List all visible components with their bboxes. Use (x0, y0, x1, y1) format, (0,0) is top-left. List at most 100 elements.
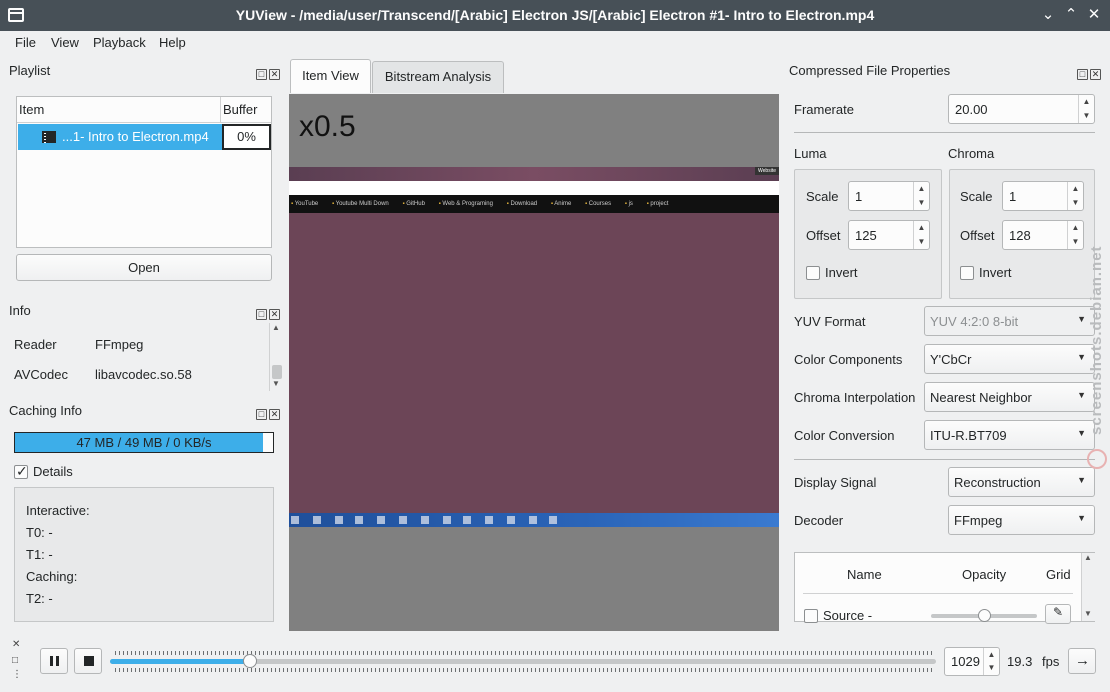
debian-logo-icon (1087, 449, 1107, 469)
bookmark: GitHub (402, 201, 424, 207)
frame-address-bar (289, 181, 779, 195)
chroma-invert-label: Invert (979, 265, 1012, 280)
playback-dock-buttons: ✕ □ ⋮ (12, 640, 22, 680)
chroma-invert-checkbox[interactable] (960, 266, 974, 280)
bookmark: js (625, 201, 633, 207)
info-label-reader: Reader (14, 337, 57, 352)
frame-slider[interactable] (110, 654, 936, 668)
chroma-interpolation-select[interactable]: Nearest Neighbor ▼ (924, 382, 1095, 412)
display-signal-select[interactable]: Reconstruction ▼ (948, 467, 1095, 497)
decoder-select[interactable]: FFmpeg ▼ (948, 505, 1095, 535)
repeat-mode-button[interactable]: → (1068, 648, 1096, 674)
arrow-right-icon: → (1075, 652, 1090, 669)
bookmark: Web & Programing (439, 201, 493, 207)
column-header-grid: Grid (1046, 567, 1071, 582)
column-header-buffer[interactable]: Buffer (221, 97, 271, 123)
playlist-dock-buttons: □ ✕ (256, 65, 282, 80)
stop-button[interactable] (74, 648, 102, 674)
video-frame: Website YouTube Youtube Multi Down GitHu… (289, 167, 779, 527)
open-button[interactable]: Open (16, 254, 272, 281)
chroma-scale-label: Scale (960, 189, 993, 204)
close-icon[interactable]: ✕ (269, 409, 280, 420)
luma-offset-label: Offset (806, 228, 841, 243)
spin-arrows-icon[interactable]: ▲ ▼ (913, 221, 929, 249)
source-name: Source - (823, 608, 873, 623)
close-icon[interactable]: ✕ (269, 309, 280, 320)
spin-arrows-icon[interactable]: ▲ ▼ (1067, 182, 1083, 210)
playlist-item-name: ...1- Intro to Electron.mp4 (62, 129, 209, 144)
close-icon[interactable]: ✕ (1084, 5, 1104, 25)
spin-arrows-icon[interactable]: ▲ ▼ (913, 182, 929, 210)
details-line: Interactive: (26, 503, 90, 518)
menu-view[interactable]: View (51, 35, 79, 50)
minimize-icon[interactable]: ⌄ (1038, 5, 1058, 25)
column-header-name: Name (847, 567, 882, 582)
float-icon[interactable]: □ (12, 656, 22, 666)
chevron-down-icon: ▼ (1077, 513, 1086, 523)
menu-playback[interactable]: Playback (93, 35, 146, 50)
watermark-text: screenshots.debian.net (1088, 245, 1105, 435)
chevron-down-icon: ▼ (1077, 475, 1086, 485)
close-icon[interactable]: ✕ (1090, 69, 1101, 80)
overlay-table: Name Opacity Grid Source - ✎ ▲ ▼ (794, 552, 1095, 624)
color-components-value: Y'CbCr (930, 352, 972, 367)
close-icon[interactable]: ✕ (269, 69, 280, 80)
frame-bookmarks-bar: YouTube Youtube Multi Down GitHub Web & … (289, 195, 779, 213)
frame-slider-handle[interactable] (243, 654, 258, 668)
opacity-slider[interactable] (931, 609, 1037, 622)
slider-ticks-top (115, 651, 935, 655)
display-signal-value: Reconstruction (954, 475, 1041, 490)
tab-bitstream-analysis[interactable]: Bitstream Analysis (372, 61, 504, 93)
color-components-select[interactable]: Y'CbCr ▼ (924, 344, 1095, 374)
bookmark: YouTube (291, 201, 318, 207)
menu-help[interactable]: Help (159, 35, 186, 50)
tab-item-view[interactable]: Item View (290, 59, 371, 93)
float-icon[interactable]: □ (1077, 69, 1088, 80)
close-icon[interactable]: ✕ (12, 640, 22, 650)
details-label: Details (33, 464, 73, 479)
spin-arrows-icon[interactable]: ▲ ▼ (1067, 221, 1083, 249)
luma-scale-spinbox[interactable]: 1 ▲ ▼ (848, 181, 930, 211)
luma-offset-value: 125 (855, 228, 877, 243)
frame-slider-fill (110, 659, 251, 664)
display-signal-label: Display Signal (794, 475, 877, 490)
details-line: T0: - (26, 525, 53, 540)
frame-browser-tabs: Website (289, 167, 779, 181)
window-title: YUView - /media/user/Transcend/[Arabic] … (235, 7, 875, 23)
pencil-icon[interactable]: ✎ (1045, 604, 1071, 624)
frame-spinbox[interactable]: 1029 ▲ ▼ (944, 647, 1000, 676)
chroma-offset-spinbox[interactable]: 128 ▲ ▼ (1002, 220, 1084, 250)
maximize-icon[interactable]: ⌃ (1061, 5, 1081, 25)
bookmark: project (647, 201, 669, 207)
info-title: Info (9, 303, 31, 318)
luma-scale-label: Scale (806, 189, 839, 204)
luma-invert-checkbox[interactable] (806, 266, 820, 280)
pause-button[interactable] (40, 648, 68, 674)
video-viewer[interactable]: x0.5 Website YouTube Youtube Multi Down … (289, 94, 779, 631)
spin-arrows-icon[interactable]: ▲ ▼ (1078, 95, 1094, 123)
yuv-format-value: YUV 4:2:0 8-bit (930, 314, 1019, 329)
details-checkbox[interactable] (14, 463, 28, 480)
color-conversion-select[interactable]: ITU-R.BT709 ▼ (924, 420, 1095, 450)
decoder-value: FFmpeg (954, 513, 1003, 528)
float-icon[interactable]: □ (256, 69, 267, 80)
spin-arrows-icon[interactable]: ▲ ▼ (983, 648, 999, 675)
playlist-item-buffer: 0% (222, 124, 271, 150)
overlay-table-scrollbar[interactable]: ▲ ▼ (1081, 553, 1095, 621)
fps-unit: fps (1042, 654, 1060, 669)
video-file-icon (42, 131, 56, 143)
yuv-format-select[interactable]: YUV 4:2:0 8-bit ▼ (924, 306, 1095, 336)
column-header-item[interactable]: Item (17, 97, 221, 123)
source-checkbox[interactable] (804, 609, 818, 623)
float-icon[interactable]: □ (256, 309, 267, 320)
caching-progress-text: 47 MB / 49 MB / 0 KB/s (76, 435, 212, 450)
float-icon[interactable]: □ (256, 409, 267, 420)
info-scrollbar[interactable]: ▲ ▼ (269, 323, 283, 391)
chroma-scale-spinbox[interactable]: 1 ▲ ▼ (1002, 181, 1084, 211)
luma-offset-spinbox[interactable]: 125 ▲ ▼ (848, 220, 930, 250)
playlist-item[interactable]: ...1- Intro to Electron.mp4 (18, 124, 222, 150)
framerate-spinbox[interactable]: 20.00 ▲ ▼ (948, 94, 1095, 124)
bookmark: Courses (585, 201, 611, 207)
menu-file[interactable]: File (15, 35, 36, 50)
opacity-slider-handle[interactable] (978, 609, 991, 622)
